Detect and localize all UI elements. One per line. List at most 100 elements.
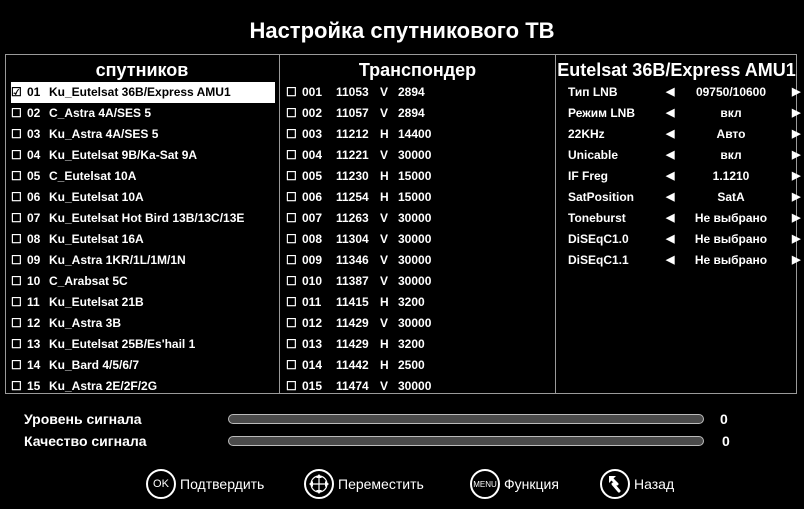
- satellite-checkbox[interactable]: ☐: [11, 145, 27, 166]
- arrow-right-icon[interactable]: ▶: [792, 187, 800, 208]
- satellite-item[interactable]: ☐ 06 Ku_Eutelsat 10A: [11, 187, 275, 208]
- transponder-item[interactable]: ☐ 004 11221 V 30000: [286, 145, 551, 166]
- setting-row[interactable]: Toneburst ◀ Не выбрано ▶: [556, 208, 800, 229]
- arrow-right-icon[interactable]: ▶: [792, 250, 800, 271]
- setting-row[interactable]: Unicable ◀ вкл ▶: [556, 145, 800, 166]
- transponder-item[interactable]: ☐ 013 11429 H 3200: [286, 334, 551, 355]
- satellite-number: 10: [27, 274, 41, 288]
- satellite-checkbox[interactable]: ☐: [11, 376, 27, 397]
- arrow-right-icon[interactable]: ▶: [792, 124, 800, 145]
- satellite-item[interactable]: ☑ 01 Ku_Eutelsat 36B/Express AMU1: [11, 82, 275, 103]
- transponder-item[interactable]: ☐ 005 11230 H 15000: [286, 166, 551, 187]
- transponder-item[interactable]: ☐ 001 11053 V 2894: [286, 82, 551, 103]
- satellite-checkbox[interactable]: ☐: [11, 187, 27, 208]
- transponder-item[interactable]: ☐ 010 11387 V 30000: [286, 271, 551, 292]
- arrow-left-icon[interactable]: ◀: [666, 166, 674, 187]
- arrow-left-icon[interactable]: ◀: [666, 250, 674, 271]
- arrow-left-icon[interactable]: ◀: [666, 187, 674, 208]
- signal-level-value: 0: [720, 411, 728, 427]
- satellite-item[interactable]: ☐ 08 Ku_Eutelsat 16A: [11, 229, 275, 250]
- transponder-item[interactable]: ☐ 012 11429 V 30000: [286, 313, 551, 334]
- satellite-item[interactable]: ☐ 09 Ku_Astra 1KR/1L/1M/1N: [11, 250, 275, 271]
- move-hint[interactable]: Переместить: [304, 466, 424, 502]
- transponder-item[interactable]: ☐ 003 11212 H 14400: [286, 124, 551, 145]
- setting-row[interactable]: DiSEqC1.0 ◀ Не выбрано ▶: [556, 229, 800, 250]
- satellite-item[interactable]: ☐ 10 C_Arabsat 5C: [11, 271, 275, 292]
- transponder-item[interactable]: ☐ 007 11263 V 30000: [286, 208, 551, 229]
- setting-row[interactable]: IF Freg ◀ 1.1210 ▶: [556, 166, 800, 187]
- confirm-hint[interactable]: OK Подтвердить: [146, 466, 264, 502]
- satellite-item[interactable]: ☐ 12 Ku_Astra 3B: [11, 313, 275, 334]
- arrow-right-icon[interactable]: ▶: [792, 145, 800, 166]
- transponder-symbol-rate: 30000: [398, 148, 432, 162]
- satellite-checkbox[interactable]: ☐: [11, 292, 27, 313]
- satellite-item[interactable]: ☐ 14 Ku_Bard 4/5/6/7: [11, 355, 275, 376]
- satellite-item[interactable]: ☐ 15 Ku_Astra 2E/2F/2G: [11, 376, 275, 397]
- transponder-checkbox[interactable]: ☐: [286, 82, 302, 103]
- satellite-checkbox[interactable]: ☐: [11, 229, 27, 250]
- arrow-right-icon[interactable]: ▶: [792, 82, 800, 103]
- transponder-checkbox[interactable]: ☐: [286, 166, 302, 187]
- satellite-item[interactable]: ☐ 13 Ku_Eutelsat 25B/Es'hail 1: [11, 334, 275, 355]
- transponder-checkbox[interactable]: ☐: [286, 187, 302, 208]
- transponder-item[interactable]: ☐ 006 11254 H 15000: [286, 187, 551, 208]
- setting-row[interactable]: Тип LNB ◀ 09750/10600 ▶: [556, 82, 800, 103]
- satellite-checkbox[interactable]: ☐: [11, 271, 27, 292]
- transponder-checkbox[interactable]: ☐: [286, 355, 302, 376]
- function-hint[interactable]: MENU Функция: [470, 466, 559, 502]
- setting-row[interactable]: SatPosition ◀ SatA ▶: [556, 187, 800, 208]
- transponder-checkbox[interactable]: ☐: [286, 250, 302, 271]
- transponder-number: 004: [302, 148, 323, 162]
- arrow-right-icon[interactable]: ▶: [792, 103, 800, 124]
- setting-row[interactable]: DiSEqC1.1 ◀ Не выбрано ▶: [556, 250, 800, 271]
- transponder-item[interactable]: ☐ 015 11474 V 30000: [286, 376, 551, 397]
- satellite-checkbox[interactable]: ☐: [11, 124, 27, 145]
- satellite-checkbox[interactable]: ☐: [11, 355, 27, 376]
- transponder-checkbox[interactable]: ☐: [286, 124, 302, 145]
- arrow-left-icon[interactable]: ◀: [666, 103, 674, 124]
- back-hint[interactable]: Назад: [600, 466, 674, 502]
- arrow-left-icon[interactable]: ◀: [666, 229, 674, 250]
- satellite-item[interactable]: ☐ 03 Ku_Astra 4A/SES 5: [11, 124, 275, 145]
- transponder-item[interactable]: ☐ 009 11346 V 30000: [286, 250, 551, 271]
- arrow-left-icon[interactable]: ◀: [666, 208, 674, 229]
- transponder-checkbox[interactable]: ☐: [286, 334, 302, 355]
- signal-level-bar: [228, 414, 704, 424]
- satellite-name: Ku_Eutelsat 36B/Express AMU1: [49, 85, 231, 99]
- arrow-left-icon[interactable]: ◀: [666, 82, 674, 103]
- transponder-frequency: 11221: [336, 148, 369, 162]
- satellite-item[interactable]: ☐ 02 C_Astra 4A/SES 5: [11, 103, 275, 124]
- satellite-checkbox[interactable]: ☑: [11, 82, 27, 103]
- arrow-right-icon[interactable]: ▶: [792, 166, 800, 187]
- transponder-checkbox[interactable]: ☐: [286, 292, 302, 313]
- satellite-checkbox[interactable]: ☐: [11, 103, 27, 124]
- satellite-item[interactable]: ☐ 04 Ku_Eutelsat 9B/Ka-Sat 9A: [11, 145, 275, 166]
- arrow-left-icon[interactable]: ◀: [666, 124, 674, 145]
- transponder-checkbox[interactable]: ☐: [286, 103, 302, 124]
- setting-row[interactable]: 22KHz ◀ Авто ▶: [556, 124, 800, 145]
- setting-value: вкл: [720, 148, 742, 162]
- transponder-checkbox[interactable]: ☐: [286, 271, 302, 292]
- transponder-checkbox[interactable]: ☐: [286, 145, 302, 166]
- satellite-checkbox[interactable]: ☐: [11, 250, 27, 271]
- arrow-right-icon[interactable]: ▶: [792, 229, 800, 250]
- satellite-checkbox[interactable]: ☐: [11, 166, 27, 187]
- arrow-left-icon[interactable]: ◀: [666, 145, 674, 166]
- transponder-item[interactable]: ☐ 011 11415 H 3200: [286, 292, 551, 313]
- satellite-checkbox[interactable]: ☐: [11, 313, 27, 334]
- satellite-item[interactable]: ☐ 05 C_Eutelsat 10A: [11, 166, 275, 187]
- transponder-item[interactable]: ☐ 008 11304 V 30000: [286, 229, 551, 250]
- satellite-checkbox[interactable]: ☐: [11, 334, 27, 355]
- transponder-checkbox[interactable]: ☐: [286, 229, 302, 250]
- transponder-checkbox[interactable]: ☐: [286, 208, 302, 229]
- satellite-item[interactable]: ☐ 11 Ku_Eutelsat 21B: [11, 292, 275, 313]
- transponder-checkbox[interactable]: ☐: [286, 313, 302, 334]
- transponder-polarization: H: [380, 358, 389, 372]
- transponder-item[interactable]: ☐ 002 11057 V 2894: [286, 103, 551, 124]
- transponder-item[interactable]: ☐ 014 11442 H 2500: [286, 355, 551, 376]
- satellite-item[interactable]: ☐ 07 Ku_Eutelsat Hot Bird 13B/13C/13E: [11, 208, 275, 229]
- arrow-right-icon[interactable]: ▶: [792, 208, 800, 229]
- transponder-checkbox[interactable]: ☐: [286, 376, 302, 397]
- setting-row[interactable]: Режим LNB ◀ вкл ▶: [556, 103, 800, 124]
- satellite-checkbox[interactable]: ☐: [11, 208, 27, 229]
